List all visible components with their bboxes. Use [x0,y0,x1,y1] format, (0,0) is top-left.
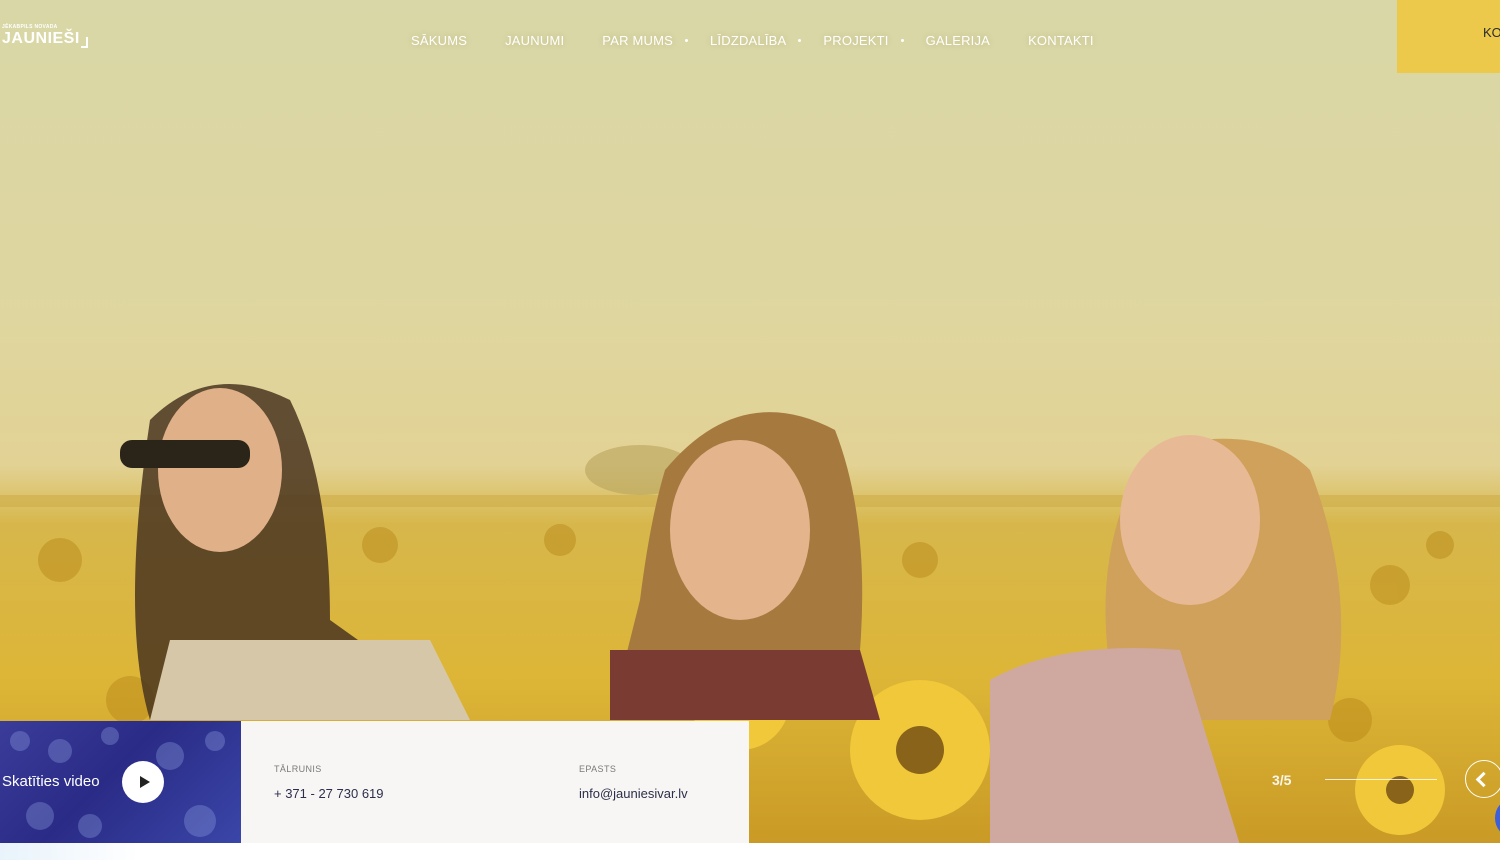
nav-item-kontakti[interactable]: KONTAKTI [1028,33,1094,48]
slide-progress-line [1325,779,1437,780]
logo-bracket-mark [80,37,88,48]
nav-item-lidzdaliba[interactable]: LĪDZDALĪBA [710,33,802,48]
phone-value[interactable]: + 371 - 27 730 619 [274,786,384,801]
dropdown-dot-icon [900,38,904,42]
nav-item-par-mums[interactable]: PAR MUMS [602,33,688,48]
phone-contact: TĀLRUNIS + 371 - 27 730 619 [274,764,384,801]
slide-counter: 3/5 [1272,772,1292,788]
nav-link-par-mums[interactable]: PAR MUMS [602,33,673,48]
dropdown-dot-icon [685,38,688,42]
watch-video-label[interactable]: Skatīties video [2,773,100,790]
nav-link-kontakti[interactable]: KONTAKTI [1028,33,1094,48]
nav-item-sakums[interactable]: SĀKUMS [411,33,467,48]
page: JĒKABPILS NOVADA JAUNIEŠI SĀKUMS JAUNUMI… [0,0,1500,860]
email-label: EPASTS [579,764,617,774]
nav-link-jaunumi[interactable]: JAUNUMI [505,33,564,48]
logo-title: JAUNIEŠI [2,30,80,47]
nav-link-galerija[interactable]: GALERIJA [926,33,990,48]
page-bottom-strip [0,843,1500,860]
nav-item-jaunumi[interactable]: JAUNUMI [505,33,564,48]
play-icon [139,776,150,788]
chevron-left-icon [1475,771,1492,787]
nav-link-projekti[interactable]: PROJEKTI [823,33,888,48]
email-value[interactable]: info@jauniesivar.lv [579,786,688,801]
header-cta-label: KO [1483,25,1500,40]
video-panel[interactable]: Skatīties video [0,721,241,843]
dropdown-dot-icon [798,38,802,42]
nav-link-lidzdaliba[interactable]: LĪDZDALĪBA [710,33,786,48]
header-cta-button[interactable]: KO [1397,0,1500,73]
main-nav: SĀKUMS JAUNUMI PAR MUMS LĪDZDALĪBA PROJE… [411,32,1094,48]
hero-photo-illustration [0,384,1500,845]
email-contact: EPASTS info@jauniesivar.lv [579,764,688,801]
contact-panel: TĀLRUNIS + 371 - 27 730 619 EPASTS info@… [241,721,749,843]
section-decoration [0,843,140,860]
hero-image [0,0,1500,845]
nav-item-projekti[interactable]: PROJEKTI [823,33,904,48]
nav-item-galerija[interactable]: GALERIJA [926,33,990,48]
play-video-button[interactable] [122,761,164,803]
site-logo[interactable]: JĒKABPILS NOVADA JAUNIEŠI [2,25,88,48]
phone-label: TĀLRUNIS [274,764,322,774]
nav-link-sakums[interactable]: SĀKUMS [411,33,467,48]
slider-prev-button[interactable] [1465,760,1500,798]
